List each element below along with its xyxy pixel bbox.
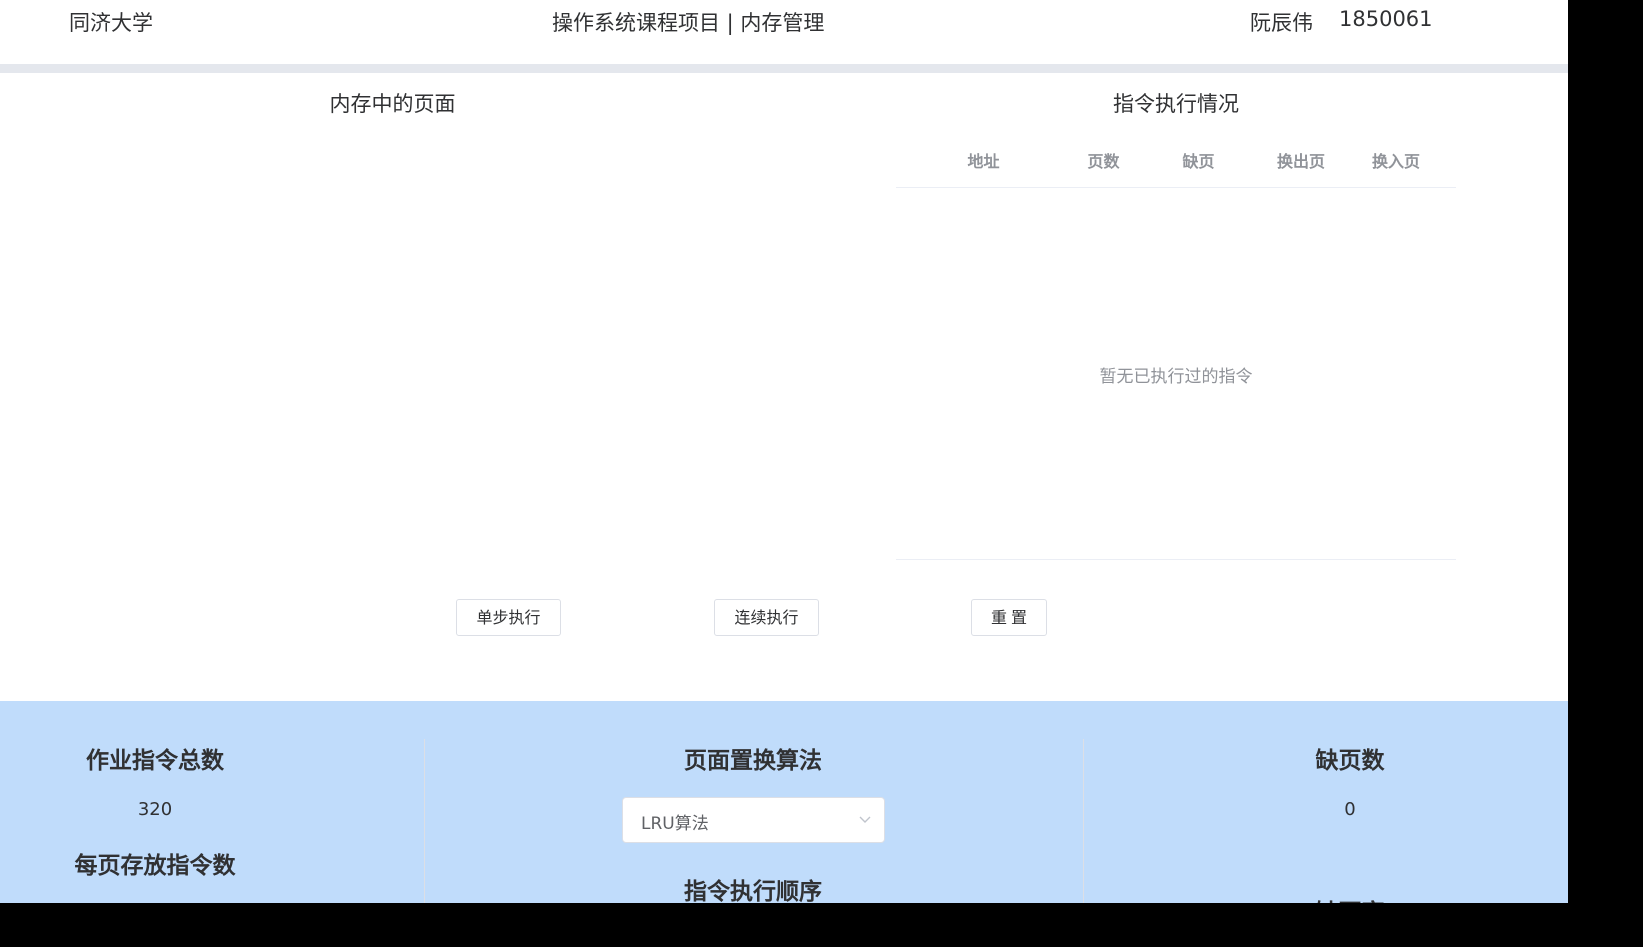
memory-panel-title: 内存中的页面 xyxy=(329,92,456,116)
stats-panel: 作业指令总数 320 每页存放指令数 页面置换算法 LRU算法 指令执行顺序 缺… xyxy=(0,701,1568,903)
table-header: 地址 页数 缺页 换出页 换入页 xyxy=(896,140,1456,188)
column-header-page: 页数 xyxy=(1087,152,1120,171)
table-bottom-border xyxy=(896,559,1456,560)
algorithm-select-value: LRU算法 xyxy=(641,814,709,834)
instruction-table: 地址 页数 缺页 换出页 换入页 暂无已执行过的指令 xyxy=(896,140,1456,561)
column-header-swapped-out: 换出页 xyxy=(1276,152,1325,171)
school-name: 同济大学 xyxy=(69,11,153,35)
column-header-swapped-in: 换入页 xyxy=(1371,152,1420,171)
column-header-address: 地址 xyxy=(967,152,1000,171)
app-window: 同济大学 操作系统课程项目 | 内存管理 阮辰伟 1850061 内存中的页面 … xyxy=(0,0,1568,903)
column-header-page-fault: 缺页 xyxy=(1182,152,1215,171)
page-title: 操作系统课程项目 | 内存管理 xyxy=(552,11,825,35)
total-instructions-value: 320 xyxy=(137,799,173,820)
page-faults-label: 缺页数 xyxy=(1315,748,1385,774)
page-fault-rate-label: 缺页率 xyxy=(1150,893,1550,903)
header-divider xyxy=(0,64,1568,73)
per-page-label: 每页存放指令数 xyxy=(74,853,236,879)
total-instructions-label: 作业指令总数 xyxy=(86,748,224,774)
stats-divider-left xyxy=(424,739,425,903)
stats-divider-right xyxy=(1083,739,1084,903)
step-execute-button[interactable]: 单步执行 xyxy=(456,599,561,636)
algorithm-label: 页面置换算法 xyxy=(684,748,822,774)
page-faults-value: 0 xyxy=(1344,799,1356,820)
instruction-panel-title: 指令执行情况 xyxy=(1113,92,1239,116)
author-name: 阮辰伟 xyxy=(1250,11,1313,35)
algorithm-select[interactable]: LRU算法 xyxy=(622,797,885,843)
chevron-down-icon xyxy=(859,816,871,823)
student-id: 1850061 xyxy=(1339,7,1433,31)
table-empty-text: 暂无已执行过的指令 xyxy=(1099,367,1253,387)
continuous-execute-button[interactable]: 连续执行 xyxy=(714,599,819,636)
header: 同济大学 操作系统课程项目 | 内存管理 阮辰伟 1850061 xyxy=(0,0,1568,64)
reset-button[interactable]: 重置 xyxy=(971,599,1047,636)
execution-order-label: 指令执行顺序 xyxy=(684,879,822,903)
